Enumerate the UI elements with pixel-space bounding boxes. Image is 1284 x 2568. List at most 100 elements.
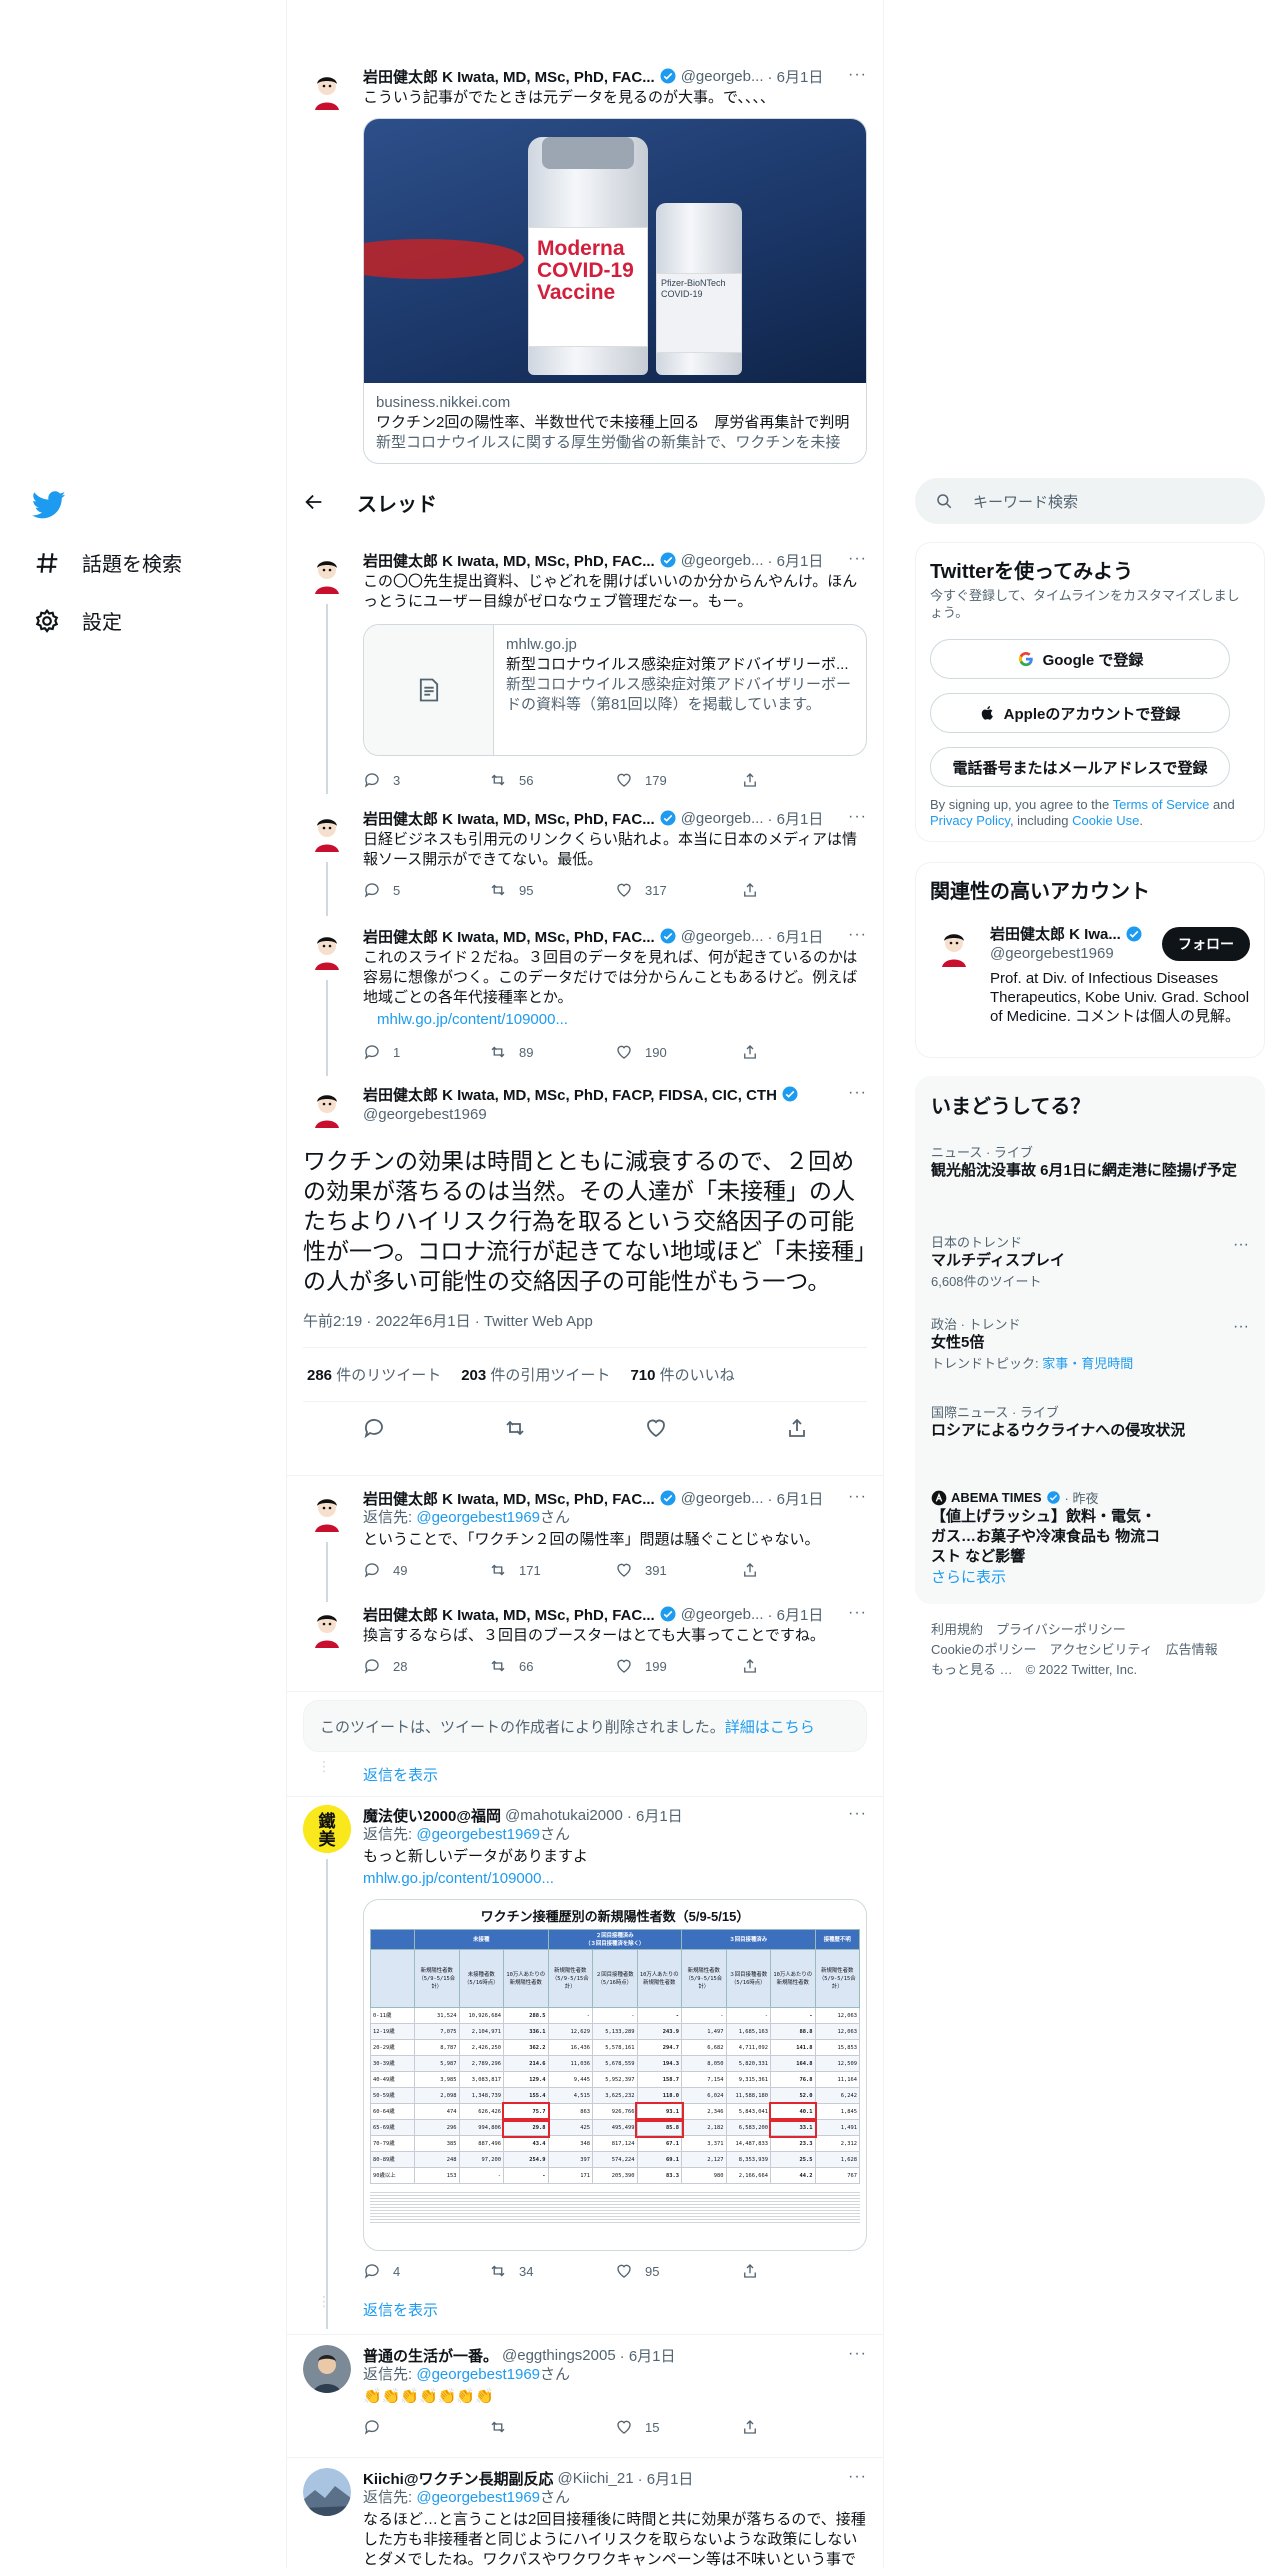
author-name[interactable]: 岩田健太郎 K Iwata, MD, MSc, PhD, FAC... <box>363 550 655 571</box>
author-handle[interactable]: @Kiichi_21 <box>557 2470 633 2487</box>
nav-settings[interactable]: 設定 <box>34 606 122 635</box>
footer-line[interactable]: Cookieのポリシー アクセシビリティ 広告情報 <box>931 1640 1218 1660</box>
share-button[interactable] <box>741 1657 867 1675</box>
tweet-link[interactable]: mhlw.go.jp/content/109000... <box>363 1010 867 1030</box>
like-button[interactable]: 199 <box>615 1657 741 1675</box>
tweet-date[interactable]: · 6月1日 <box>767 1488 823 1509</box>
avatar[interactable] <box>303 66 351 114</box>
like-button[interactable]: 179 <box>615 771 741 789</box>
author-handle[interactable]: @georgeb... <box>681 810 764 827</box>
retweet-button[interactable] <box>489 2418 615 2436</box>
more-icon[interactable]: ··· <box>848 2468 867 2486</box>
back-arrow-icon[interactable] <box>303 491 325 513</box>
share-button[interactable] <box>741 881 867 899</box>
related-avatar[interactable] <box>930 923 978 971</box>
retweet-button[interactable]: 95 <box>489 881 615 899</box>
related-name[interactable]: 岩田健太郎 K Iwa... <box>990 923 1121 944</box>
author-name[interactable]: Kiichi@ワクチン長期副反応 <box>363 2468 553 2489</box>
share-button[interactable] <box>741 1561 867 1579</box>
share-button[interactable] <box>741 2262 867 2280</box>
author-handle[interactable]: @georgeb... <box>681 1606 764 1623</box>
author-name[interactable]: 岩田健太郎 K Iwata, MD, MSc, PhD, FAC... <box>363 1604 655 1625</box>
more-icon[interactable]: ··· <box>848 1488 867 1506</box>
more-icon[interactable]: ··· <box>848 808 867 826</box>
tweet-m2[interactable]: 普通の生活が一番。 @eggthings2005 · 6月1日 ··· 返信先:… <box>287 2334 883 2458</box>
tweet-top[interactable]: 岩田健太郎 K Iwata, MD, MSc, PhD, FAC... @geo… <box>287 56 883 480</box>
tweet-t2[interactable]: 岩田健太郎 K Iwata, MD, MSc, PhD, FAC... @geo… <box>287 800 883 916</box>
trend-item[interactable]: 日本のトレンド マルチディスプレイ 6,608件のツイート ··· <box>931 1232 1249 1290</box>
reply-button[interactable]: 28 <box>363 1657 489 1675</box>
phone-email-signup-button[interactable]: 電話番号またはメールアドレスで登録 <box>930 747 1230 787</box>
more-icon[interactable]: ··· <box>848 2345 867 2363</box>
terms-link[interactable]: Terms of Service <box>1113 797 1210 812</box>
show-replies-link[interactable]: 返信を表示 <box>363 2299 438 2320</box>
tweet-r1[interactable]: 岩田健太郎 K Iwata, MD, MSc, PhD, FAC... @geo… <box>287 1476 883 1602</box>
reply-button[interactable]: 5 <box>363 881 489 899</box>
retweet-button[interactable]: 89 <box>489 1043 615 1061</box>
reply-to-handle[interactable]: @georgebest1969 <box>416 1826 540 1843</box>
author-name[interactable]: 岩田健太郎 K Iwata, MD, MSc, PhD, FACP, FIDSA… <box>363 1084 777 1105</box>
like-button[interactable]: 95 <box>615 2262 741 2280</box>
author-name[interactable]: 魔法使い2000@福岡 <box>363 1805 501 1826</box>
tweet-date[interactable]: · 6月1日 <box>767 1604 823 1625</box>
trend-item[interactable]: ABEMA TIMES · 昨夜 【値上げラッシュ】飲料・電気・ガス…お菓子や冷… <box>931 1488 1249 1567</box>
avatar[interactable] <box>303 1488 351 1536</box>
author-name[interactable]: 普通の生活が一番。 <box>363 2345 498 2366</box>
tweet-date[interactable]: · 6月1日 <box>620 2345 676 2366</box>
cookie-link[interactable]: Cookie Use <box>1072 813 1139 828</box>
reply-to-handle[interactable]: @georgebest1969 <box>416 1509 540 1526</box>
author-handle[interactable]: @mahotukai2000 <box>505 1807 623 1824</box>
trend-item[interactable]: ニュース · ライブ 観光船沈没事故 6月1日に網走港に陸揚げ予定 <box>931 1142 1249 1181</box>
tweet-timestamp[interactable]: 午前2:19 · 2022年6月1日 · Twitter Web App <box>303 1310 867 1331</box>
reply-button[interactable]: 4 <box>363 2262 489 2280</box>
show-more-link[interactable]: さらに表示 <box>931 1566 1006 1587</box>
avatar[interactable]: 鐵美 <box>303 1805 351 1853</box>
tweet-m1[interactable]: 鐵美 魔法使い2000@福岡 @mahotukai2000 · 6月1日 ···… <box>287 1796 883 2334</box>
avatar[interactable] <box>303 2468 351 2516</box>
author-handle[interactable]: @georgeb... <box>681 928 764 945</box>
related-handle[interactable]: @georgebest1969 <box>990 945 1114 962</box>
author-name[interactable]: 岩田健太郎 K Iwata, MD, MSc, PhD, FAC... <box>363 1488 655 1509</box>
link-card[interactable]: Moderna COVID-19 Vaccine Pfizer-BioNTech… <box>363 118 867 464</box>
tweet-date[interactable]: · 6月1日 <box>767 808 823 829</box>
retweet-button[interactable]: 66 <box>489 1657 615 1675</box>
retweet-stat[interactable]: 286 件のリツイート <box>307 1364 441 1385</box>
google-signup-button[interactable]: Google で登録 <box>930 639 1230 679</box>
apple-signup-button[interactable]: Appleのアカウントで登録 <box>930 693 1230 733</box>
reply-to-handle[interactable]: @georgebest1969 <box>416 2489 540 2506</box>
avatar[interactable] <box>303 1604 351 1652</box>
follow-button[interactable]: フォロー <box>1162 927 1250 961</box>
share-icon[interactable] <box>785 1416 809 1440</box>
trend-item[interactable]: 国際ニュース · ライブ ロシアによるウクライナへの侵攻状況 <box>931 1402 1249 1441</box>
tweet-m3[interactable]: Kiichi@ワクチン長期副反応 @Kiichi_21 · 6月1日 ··· 返… <box>287 2458 883 2568</box>
reply-button[interactable] <box>363 2418 489 2436</box>
nav-explore[interactable]: 話題を検索 <box>34 548 182 577</box>
tweet-date[interactable]: · 6月1日 <box>767 550 823 571</box>
quote-stat[interactable]: 203 件の引用ツイート <box>461 1364 610 1385</box>
author-handle[interactable]: @georgeb... <box>681 68 764 85</box>
avatar[interactable] <box>303 1084 351 1132</box>
twitter-logo-icon[interactable] <box>32 488 66 522</box>
like-button[interactable]: 190 <box>615 1043 741 1061</box>
tweet-t1[interactable]: 岩田健太郎 K Iwata, MD, MSc, PhD, FAC... @geo… <box>287 540 883 794</box>
more-icon[interactable]: ··· <box>848 1084 867 1102</box>
more-icon[interactable]: ··· <box>848 550 867 568</box>
like-button[interactable]: 15 <box>615 2418 741 2436</box>
learn-more-link[interactable]: 詳細はこちら <box>725 1716 815 1737</box>
reply-button[interactable]: 3 <box>363 771 489 789</box>
share-button[interactable] <box>741 2418 867 2436</box>
search-box[interactable]: キーワード検索 <box>915 478 1265 524</box>
retweet-button[interactable]: 56 <box>489 771 615 789</box>
trend-item[interactable]: 政治 · トレンド 女性5倍 トレンドトピック: 家事・育児時間 ··· <box>931 1314 1249 1372</box>
like-stat[interactable]: 710 件のいいね <box>630 1364 734 1385</box>
author-handle[interactable]: @eggthings2005 <box>502 2347 616 2364</box>
tweet-date[interactable]: · 6月1日 <box>767 66 823 87</box>
attached-image[interactable]: ワクチン接種歴別の新規陽性者数（5/9-5/15） 未接種 ２回目接種済み （３… <box>363 1899 867 2251</box>
share-button[interactable] <box>741 771 867 789</box>
like-button[interactable]: 391 <box>615 1561 741 1579</box>
more-icon[interactable]: ··· <box>848 1604 867 1622</box>
author-name[interactable]: 岩田健太郎 K Iwata, MD, MSc, PhD, FAC... <box>363 808 655 829</box>
share-button[interactable] <box>741 1043 867 1061</box>
footer-line[interactable]: 利用規約 プライバシーポリシー <box>931 1620 1218 1640</box>
reply-button[interactable]: 1 <box>363 1043 489 1061</box>
